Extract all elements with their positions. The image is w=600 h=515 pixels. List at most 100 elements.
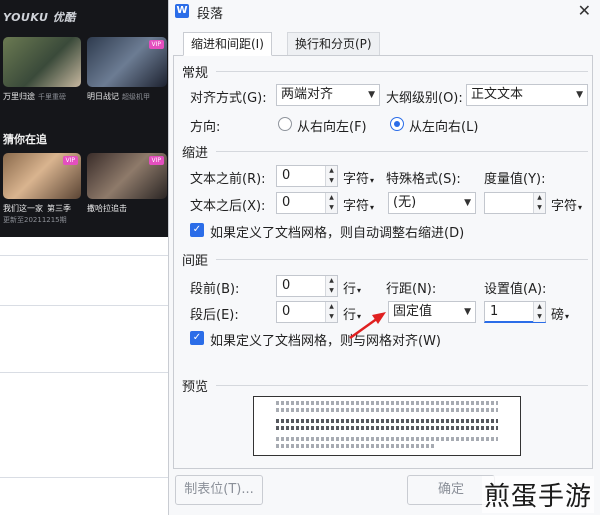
section-divider (216, 259, 588, 260)
line-spacing-value: 固定值 (393, 304, 433, 319)
spin-up-icon[interactable]: ▲ (326, 302, 337, 312)
vip-badge: VIP (148, 40, 164, 49)
alignment-label: 对齐方式(G): (190, 91, 267, 106)
direction-label: 方向: (190, 120, 221, 135)
spin-down-icon[interactable]: ▼ (326, 286, 337, 296)
watermark-text: 煎蛋手游 (481, 476, 594, 513)
unit-label: 行 (343, 282, 357, 297)
caret-down-icon: ▾ (370, 176, 375, 185)
vip-badge: VIP (148, 156, 164, 165)
caret-down-icon: ▾ (565, 312, 570, 321)
video-title: 明日战记 (87, 92, 119, 101)
divider (0, 305, 170, 306)
video-subtitle: 超级机甲 (122, 93, 150, 101)
divider (0, 255, 170, 256)
space-after-input[interactable]: 0 ▲ ▼ (276, 301, 338, 323)
video-thumbnail[interactable]: VIP (87, 37, 167, 87)
spinner: ▲ ▼ (325, 193, 337, 213)
dialog-titlebar[interactable]: W 段落 ✕ (169, 0, 600, 24)
unit-label: 字符 (343, 199, 370, 214)
spin-down-icon[interactable]: ▼ (534, 203, 545, 213)
grid-align-label[interactable]: 如果定义了文档网格，则与网格对齐(W) (210, 330, 441, 349)
grid-align-checkbox[interactable]: ✓ (190, 331, 204, 345)
section-divider (216, 71, 588, 72)
preview-text-line (276, 408, 498, 412)
space-after-label: 段后(E): (190, 308, 239, 323)
spin-down-icon[interactable]: ▼ (326, 203, 337, 213)
preview-text-line (276, 444, 436, 448)
ltr-radio[interactable] (390, 117, 404, 131)
caret-down-icon: ▾ (578, 203, 583, 212)
indent-after-input[interactable]: 0 ▲ ▼ (276, 192, 338, 214)
spin-up-icon[interactable]: ▲ (534, 193, 545, 203)
video-subtitle: 第三季 (47, 204, 71, 213)
indent-heading: 缩进 (182, 146, 209, 161)
indent-after-label: 文本之后(X): (190, 199, 266, 214)
preview-text-line (276, 419, 498, 423)
background-video-app: YOUKU 优酷 VIP 万里归途 千里重磅 明日战记 超级机甲 猜你在追 VI… (0, 0, 170, 515)
chevron-down-icon: ▼ (368, 90, 375, 100)
ltr-label[interactable]: 从左向右(L) (409, 116, 478, 135)
rtl-radio[interactable] (278, 117, 292, 131)
video-title: 撒哈拉追击 (87, 204, 127, 213)
wps-writer-icon: W (175, 4, 189, 18)
special-format-label: 特殊格式(S): (386, 172, 461, 187)
unit-label: 字符 (343, 172, 370, 187)
set-value-label: 设置值(A): (484, 282, 547, 297)
indent-before-value: 0 (282, 168, 291, 183)
vip-badge: VIP (62, 156, 78, 165)
caret-down-icon: ▾ (357, 312, 362, 321)
spin-up-icon[interactable]: ▲ (326, 193, 337, 203)
video-thumbnail[interactable]: VIP (3, 153, 81, 199)
video-title: 我们这一家 (3, 204, 43, 213)
spin-up-icon[interactable]: ▲ (326, 276, 337, 286)
indent-before-input[interactable]: 0 ▲ ▼ (276, 165, 338, 187)
outline-level-select[interactable]: 正文文本 ▼ (466, 84, 588, 106)
spin-down-icon[interactable]: ▼ (534, 312, 545, 322)
alignment-select[interactable]: 两端对齐 ▼ (276, 84, 380, 106)
spin-down-icon[interactable]: ▼ (326, 176, 337, 186)
line-spacing-label: 行距(N): (386, 282, 437, 297)
preview-text-line (276, 437, 498, 441)
measure-unit[interactable]: 字符▾ (551, 195, 582, 214)
preview-text-line (276, 426, 498, 430)
spin-up-icon[interactable]: ▲ (326, 166, 337, 176)
outline-level-label: 大纲级别(O): (386, 91, 463, 106)
auto-adjust-label[interactable]: 如果定义了文档网格，则自动调整右缩进(D) (210, 222, 464, 241)
divider (0, 477, 170, 478)
indent-after-value: 0 (282, 195, 291, 210)
special-format-select[interactable]: (无) ▼ (388, 192, 476, 214)
spinner: ▲ ▼ (533, 193, 545, 213)
auto-adjust-checkbox[interactable]: ✓ (190, 223, 204, 237)
space-before-unit[interactable]: 行▾ (343, 278, 361, 297)
preview-heading: 预览 (182, 380, 209, 395)
spin-down-icon[interactable]: ▼ (326, 312, 337, 322)
video-thumbnail[interactable] (3, 37, 81, 87)
line-spacing-select[interactable]: 固定值 ▼ (388, 301, 476, 323)
close-icon[interactable]: ✕ (578, 1, 591, 20)
video-subtitle: 千里重磅 (38, 93, 66, 101)
paragraph-preview (253, 396, 521, 456)
set-value-unit[interactable]: 磅▾ (551, 304, 569, 323)
spin-up-icon[interactable]: ▲ (534, 302, 545, 312)
unit-label: 行 (343, 308, 357, 323)
space-before-input[interactable]: 0 ▲ ▼ (276, 275, 338, 297)
space-after-unit[interactable]: 行▾ (343, 304, 361, 323)
tab-indent-spacing[interactable]: 缩进和间距(I) (183, 32, 272, 56)
set-value-input[interactable]: 1 ▲ ▼ (484, 301, 546, 323)
video-update-info: 更新至20211215期 (3, 216, 67, 224)
space-after-value: 0 (282, 304, 291, 319)
tab-stops-button[interactable]: 制表位(T)... (175, 475, 263, 505)
rtl-label[interactable]: 从右向左(F) (297, 116, 367, 135)
video-thumbnail[interactable]: VIP (87, 153, 167, 199)
caret-down-icon: ▾ (357, 286, 362, 295)
spinner: ▲ ▼ (325, 166, 337, 186)
measure-input[interactable]: ▲ ▼ (484, 192, 546, 214)
spacing-heading: 间距 (182, 254, 209, 269)
spinner: ▲ ▼ (325, 276, 337, 296)
measure-label: 度量值(Y): (484, 172, 546, 187)
tab-line-page-breaks[interactable]: 换行和分页(P) (287, 32, 380, 56)
indent-before-unit[interactable]: 字符▾ (343, 168, 374, 187)
chevron-down-icon: ▼ (576, 90, 583, 100)
indent-after-unit[interactable]: 字符▾ (343, 195, 374, 214)
